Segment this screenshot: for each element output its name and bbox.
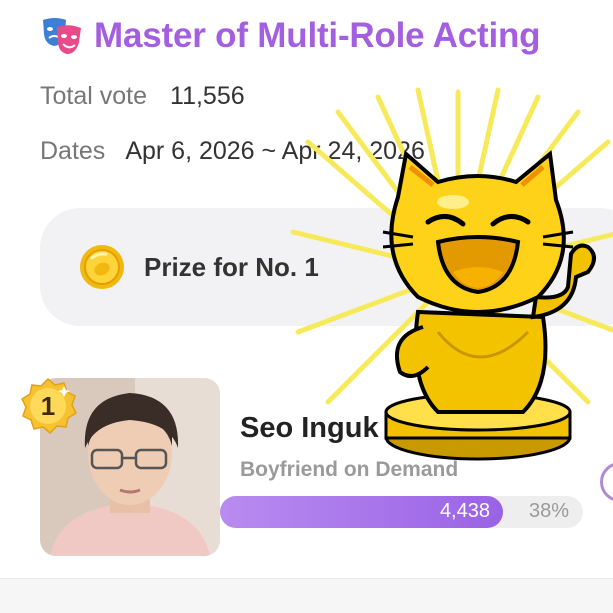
total-vote-label: Total vote xyxy=(40,82,148,110)
theater-masks-icon xyxy=(43,18,81,54)
rank-badge: 1 xyxy=(21,377,77,435)
gold-coin-icon xyxy=(80,245,124,289)
event-title: Master of Multi-Role Acting xyxy=(94,16,541,55)
total-vote-value: 11,556 xyxy=(170,82,245,110)
event-header: Master of Multi-Role Acting xyxy=(40,14,541,58)
vote-percent: 38% xyxy=(528,500,569,522)
candidate-show: Boyfriend on Demand xyxy=(240,458,459,481)
rank-number: 1 xyxy=(41,391,55,421)
section-divider xyxy=(0,578,613,613)
total-vote-row: Total vote 11,556 xyxy=(40,82,245,111)
vote-count: 4,438 xyxy=(439,500,490,522)
vote-progress-bar: 4,438 38% xyxy=(220,496,583,528)
candidate-name[interactable]: Seo Inguk xyxy=(240,412,379,445)
dates-label: Dates xyxy=(40,137,106,165)
